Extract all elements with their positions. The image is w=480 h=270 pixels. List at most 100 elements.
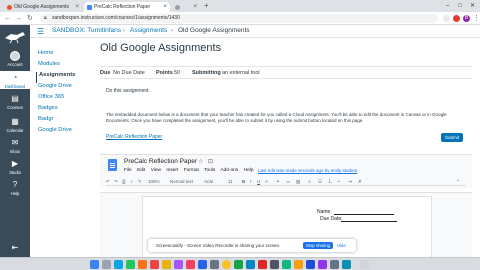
paint-format-icon[interactable]: ✎ [138,178,142,186]
settings-icon[interactable] [210,260,219,269]
keynote-icon[interactable] [306,260,315,269]
terminal-icon[interactable] [270,260,279,269]
course-nav-badgr[interactable]: Badgr [36,116,86,127]
photos-icon[interactable] [138,260,147,269]
course-nav-office-365[interactable]: Office 365 [36,94,86,105]
messages-icon[interactable] [126,260,135,269]
close-window-button[interactable]: ✕ [470,0,475,12]
star-bookmark-icon[interactable] [443,15,450,22]
news-icon[interactable] [258,260,267,269]
bold-icon[interactable]: B [242,178,245,186]
screencastify-icon[interactable] [318,260,327,269]
browser-menu-icon[interactable]: ⋮ [473,14,480,23]
menu-edit[interactable]: Edit [137,168,145,173]
numbered-list-icon[interactable]: ⒈ [328,178,333,186]
stop-sharing-button[interactable]: Stop sharing [303,242,333,249]
safari-icon[interactable] [114,260,123,269]
course-nav-assignments[interactable]: Assignments [36,72,86,83]
forward-arrow-icon[interactable]: → [15,14,22,23]
browser-tab-blank[interactable]: × [172,2,200,12]
italic-icon[interactable]: I [250,178,251,186]
menu-insert[interactable]: Insert [166,168,178,173]
breadcrumb-course[interactable]: SANDBOX: Turnitinfans [52,25,121,37]
menu-tools[interactable]: Tools [204,168,215,173]
redo-icon[interactable]: ↷ [114,178,118,186]
calendar-app-icon[interactable] [150,260,159,269]
notes-icon[interactable] [162,260,171,269]
zoom-select[interactable]: 100% [148,178,160,186]
music-icon[interactable] [186,260,195,269]
close-tab-icon[interactable]: × [193,2,197,12]
new-tab-icon[interactable]: + [204,1,209,10]
preview-icon[interactable] [330,260,339,269]
facetime-icon[interactable] [234,260,243,269]
app-store-icon[interactable] [198,260,207,269]
star-icon[interactable]: ☆ [198,158,203,165]
pages-icon[interactable] [294,260,303,269]
spellcheck-icon[interactable]: ✓ [130,178,134,186]
reload-icon[interactable]: ↻ [27,14,33,23]
close-tab-icon[interactable]: × [75,2,79,12]
align-icon[interactable]: ≡ [308,178,311,186]
nav-dashboard[interactable]: ◔ Dashboard [0,71,30,89]
minimize-window-button[interactable]: – [446,0,449,12]
menu-help[interactable]: Help [244,168,254,173]
menu-add-ons[interactable]: Add-ons [220,168,238,173]
style-select[interactable]: Normal text [170,178,193,186]
hamburger-menu-icon[interactable]: ☰ [37,27,44,36]
comment-icon[interactable]: ▭ [286,178,290,186]
nav-inbox[interactable]: ✉ Inbox [0,138,30,154]
image-icon[interactable]: ▨ [296,178,300,186]
downloads-icon[interactable] [342,260,351,269]
line-spacing-icon[interactable]: ☰ [318,178,322,186]
move-folder-icon[interactable]: ⊡ [208,158,213,165]
launchpad-icon[interactable] [102,260,111,269]
back-arrow-icon[interactable]: ← [4,14,11,23]
finder-icon[interactable] [90,260,99,269]
maximize-window-button[interactable]: □ [458,0,462,12]
nav-account[interactable]: Account [0,51,30,67]
nav-help[interactable]: ? Help [0,180,30,196]
browser-tab-gdoc[interactable]: PreCalc Reflection Paper × [84,2,170,12]
chrome-icon[interactable] [222,260,231,269]
doc-title[interactable]: PreCalc Reflection Paper [124,158,197,165]
url-bar[interactable]: 🔒︎ sandboxpen.instructure.com/courses/1/… [40,14,438,23]
submit-button[interactable]: Submit [441,133,463,142]
undo-icon[interactable]: ↶ [106,178,110,186]
collapse-toolbar-icon[interactable]: ⌃ [456,178,460,186]
course-nav-google-drive[interactable]: Google Drive [36,83,86,94]
nav-courses[interactable]: ▤ Courses [0,94,30,110]
indent-icon[interactable]: ⇥ [348,178,352,186]
profile-avatar[interactable]: B [463,15,470,22]
text-color-icon[interactable]: A [265,178,268,186]
underline-icon[interactable]: U [257,178,260,186]
google-docs-icon[interactable] [108,159,117,171]
font-select[interactable]: Arial [204,178,213,186]
mail-icon[interactable] [246,260,255,269]
course-nav-home[interactable]: Home [36,50,86,61]
nav-studio[interactable]: ▶ Studio [0,159,30,175]
course-nav-modules[interactable]: Modules [36,61,86,72]
browser-tab-assignments[interactable]: Old Google Assignments × [4,2,82,12]
collapse-nav-button[interactable]: ⇤ [0,243,30,253]
menu-format[interactable]: Format [184,168,199,173]
menu-view[interactable]: View [151,168,161,173]
hide-button[interactable]: Hide [337,242,346,249]
podcasts-icon[interactable] [174,260,183,269]
close-tab-icon[interactable]: × [163,2,167,12]
print-icon[interactable]: ⎙ [122,178,126,186]
numbers-icon[interactable] [282,260,291,269]
trash-icon[interactable] [360,260,369,269]
bulleted-list-icon[interactable]: • [338,178,340,186]
link-icon[interactable]: ⚭ [276,178,280,186]
breadcrumb-assignments[interactable]: Assignments [130,25,167,37]
menu-file[interactable]: File [124,168,132,173]
last-edit-link[interactable]: Last edit was made seconds ago by emily … [258,168,357,173]
course-nav-google-drive-2[interactable]: Google Drive [36,127,86,138]
doc-link[interactable]: PreCalc Reflection Paper [106,134,162,140]
nav-calendar[interactable]: ▦ Calendar [0,117,30,133]
clear-format-icon[interactable]: ✗ [358,178,362,186]
font-size-select[interactable]: 11 [228,178,233,186]
school-logo-icon[interactable] [3,29,27,45]
extension-icon[interactable] [453,15,460,22]
